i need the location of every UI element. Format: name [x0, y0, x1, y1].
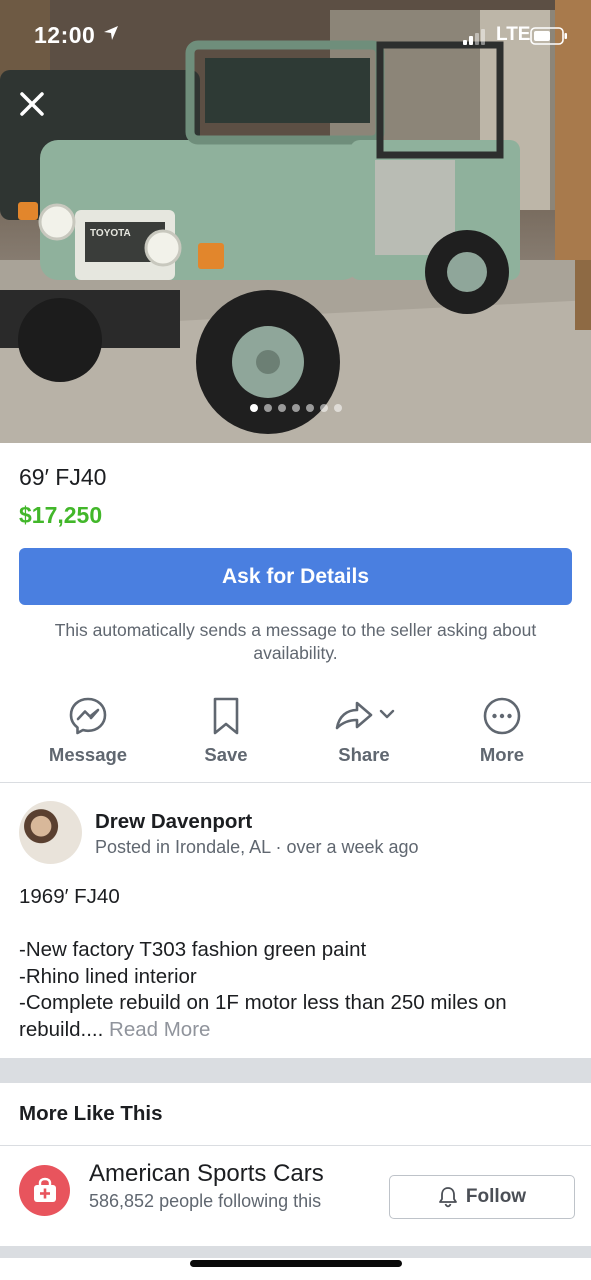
follow-label: Follow [465, 1186, 527, 1207]
pager-dot[interactable] [291, 404, 300, 412]
pager-dot[interactable] [333, 404, 342, 412]
avatar[interactable] [19, 801, 82, 864]
listing-price: $17,250 [19, 502, 103, 528]
bookmark-icon [204, 694, 248, 738]
status-bar: 12:00 LTE [0, 0, 591, 70]
description-line: -New factory T303 fashion green paint [19, 938, 367, 961]
follow-button[interactable]: Follow [389, 1175, 575, 1219]
ask-note: This automatically sends a message to th… [54, 620, 537, 663]
divider [0, 1145, 591, 1146]
shop-bag-icon [33, 1177, 56, 1202]
description-line: rebuild.... Read More [19, 1017, 574, 1044]
share-label: Share [338, 744, 390, 765]
signal-icon [463, 29, 485, 45]
messenger-icon [66, 694, 110, 738]
more-icon [480, 694, 524, 738]
more-button[interactable]: More [433, 694, 571, 770]
location-arrow-icon [104, 26, 118, 40]
pager-dot[interactable] [249, 404, 258, 412]
action-bar: Message Save Share More [0, 694, 591, 770]
description-last-line: rebuild.... [19, 1017, 104, 1041]
save-button[interactable]: Save [157, 694, 295, 770]
seller-name[interactable]: Drew Davenport [95, 810, 252, 834]
seller-meta: Posted in Irondale, AL · over a week ago [95, 837, 419, 857]
photo-pager[interactable] [0, 404, 591, 412]
pager-dot[interactable] [319, 404, 328, 412]
home-indicator[interactable] [190, 1260, 402, 1267]
description-line: -Rhino lined interior [19, 964, 197, 988]
description-line: -Complete rebuild on 1F motor less than … [19, 991, 507, 1014]
pager-dot[interactable] [263, 404, 272, 412]
page-name[interactable]: American Sports Cars [89, 1160, 324, 1188]
divider [0, 782, 591, 783]
network-label: LTE [496, 24, 531, 45]
message-label: Message [48, 744, 128, 765]
save-label: Save [204, 744, 248, 765]
svg-text:TOYOTA: TOYOTA [90, 228, 131, 239]
more-label: More [479, 744, 525, 765]
ask-for-details-button[interactable]: Ask for Details [19, 548, 572, 605]
pager-dot[interactable] [305, 404, 314, 412]
description-line: 1969′ FJ40 [19, 885, 120, 908]
share-icon [329, 694, 399, 738]
page-avatar[interactable] [19, 1165, 70, 1216]
listing-photo[interactable]: TOYOTA 12:00 LTE [0, 0, 591, 443]
read-more-link[interactable]: Read More [109, 1018, 210, 1041]
battery-icon [530, 27, 567, 45]
more-like-this-title: More Like This [19, 1102, 163, 1125]
pager-dot[interactable] [277, 404, 286, 412]
listing-description: 1969′ FJ40 -New factory T303 fashion gre… [19, 884, 574, 1043]
share-button[interactable]: Share [295, 694, 433, 770]
message-button[interactable]: Message [19, 694, 157, 770]
section-separator [0, 1246, 591, 1258]
page-followers: 586,852 people following this [89, 1191, 322, 1211]
close-icon[interactable] [16, 88, 48, 120]
section-separator [0, 1058, 591, 1083]
status-time: 12:00 [34, 22, 96, 48]
bell-icon [439, 1187, 457, 1208]
listing-title: 69′ FJ40 [19, 464, 107, 490]
